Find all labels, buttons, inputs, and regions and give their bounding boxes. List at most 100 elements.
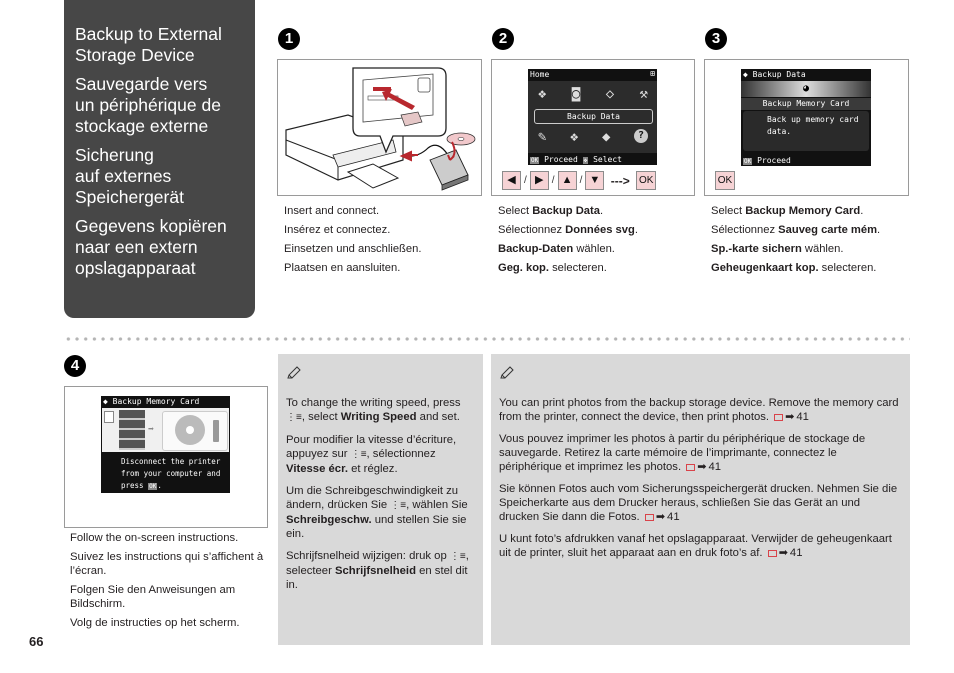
note-en: To change the writing speed, press ⋮≡, s…	[286, 397, 461, 423]
ok-key[interactable]: OK	[715, 171, 735, 190]
note-print-from-backup: You can print photos from the backup sto…	[491, 354, 910, 645]
note-de: Um die Schreibgeschwindigkeit zu ändern,…	[286, 485, 468, 540]
right-key[interactable]: ▶	[529, 171, 549, 190]
footer-proceed: Proceed	[757, 156, 791, 165]
backup-diagram: ➡	[102, 408, 229, 452]
step-3-number: 3	[705, 28, 727, 50]
setup-icon[interactable]: ⚒	[640, 86, 648, 102]
caption-fr: Suivez les instructions qui s’affichent …	[70, 551, 264, 577]
dotted-divider	[64, 337, 910, 341]
key-sequence: ◀ / ▶ / ▲ / ▼ ---> OK	[502, 171, 657, 190]
menu-button-icon: ⋮≡	[286, 412, 302, 423]
pencil-note-icon	[287, 366, 301, 379]
caption-en: Select Backup Data.	[498, 205, 604, 217]
menu-button-icon: ⋮≡	[390, 500, 407, 511]
caption-fr: Insérez et connectez.	[284, 224, 391, 236]
down-key[interactable]: ▼	[585, 171, 605, 190]
network-icon: ⊞	[650, 69, 655, 78]
print-photos-icon[interactable]: ❖	[538, 86, 546, 102]
scan-icon[interactable]: ◇	[606, 86, 614, 102]
ok-badge: OK	[148, 483, 158, 490]
book-ref-icon	[774, 414, 784, 421]
photos-thumbnails	[119, 410, 145, 450]
menu-button-icon: ⋮≡	[449, 551, 466, 562]
lcd-header: Backup Data	[752, 70, 806, 79]
pencil-note-icon	[500, 366, 514, 379]
printer-connect-illustration	[285, 67, 476, 191]
menu-item[interactable]: Backup Memory Card	[741, 98, 871, 110]
camera-icon[interactable]: ◙	[572, 86, 580, 102]
ok-badge: OK	[530, 157, 540, 164]
caption-nl: Volg de instructies op het scherm.	[70, 617, 240, 629]
menu-button-icon: ⋮≡	[350, 449, 367, 460]
step-1-number: 1	[278, 28, 300, 50]
step-2-captions: Select Backup Data. Sélectionnez Données…	[498, 202, 693, 278]
page-ref-link[interactable]: 41	[796, 411, 809, 423]
up-key[interactable]: ▲	[557, 171, 577, 190]
caption-de: Backup-Daten wählen.	[498, 243, 615, 255]
title-fr: Sauvegarde vers un périphérique de stock…	[75, 74, 221, 136]
caption-nl: Plaatsen en aansluiten.	[284, 262, 401, 274]
arrow-icon: ➡	[148, 424, 155, 435]
left-key[interactable]: ◀	[502, 171, 521, 190]
page-ref-link[interactable]: 41	[708, 461, 721, 473]
caption-en: Select Backup Memory Card.	[711, 205, 864, 217]
step-3-captions: Select Backup Memory Card. Sélectionnez …	[711, 202, 911, 278]
dpad-badge: ✥	[582, 157, 589, 164]
lcd-screen-backup: ◆ Backup Data ◕ Backup Memory Card Back …	[741, 69, 871, 166]
caption-nl: Geheugenkaart kop. selecteren.	[711, 262, 877, 274]
title-panel: Backup to External Storage Device Sauveg…	[64, 0, 255, 318]
title-de: Sicherung auf externes Speichergerät	[75, 145, 184, 207]
menu-description: Back up memory card data.	[767, 115, 859, 136]
backup-icon[interactable]: ◆	[602, 129, 610, 145]
lcd-screen-home: Home ⊞ ❖ ◙ ◇ ⚒ Backup Data ✎ ❖ ◆ ? OK Pr…	[528, 69, 657, 165]
photo-layout-icon[interactable]: ✎	[538, 129, 546, 145]
page-ref-link[interactable]: 41	[667, 511, 680, 523]
caption-de: Sp.-karte sichern wählen.	[711, 243, 844, 255]
arrow-ref-icon: ➡	[785, 411, 795, 423]
caption-fr: Sélectionnez Données svg.	[498, 224, 638, 236]
caption-de: Folgen Sie den Anweisungen am Bildschirm…	[70, 584, 236, 610]
step-3-illustration: ◆ Backup Data ◕ Backup Memory Card Back …	[704, 59, 909, 196]
note-writing-speed: To change the writing speed, press ⋮≡, s…	[278, 354, 483, 645]
step-1-illustration	[277, 59, 482, 196]
copy-icon[interactable]: ❖	[570, 129, 578, 145]
lcd-message: Disconnect the printer from your compute…	[121, 457, 221, 490]
book-ref-icon	[767, 550, 777, 557]
note-de: Sie können Fotos auch vom Sicherungsspei…	[499, 483, 898, 523]
caption-en: Insert and connect.	[284, 205, 380, 217]
note-fr: Pour modifier la vitesse d’écriture, app…	[286, 434, 457, 475]
disc-icon	[175, 415, 205, 445]
step-4-illustration: ◆ Backup Memory Card ➡ Disconnect the pr…	[64, 386, 268, 528]
book-ref-icon	[644, 514, 654, 521]
step-2-illustration: Home ⊞ ❖ ◙ ◇ ⚒ Backup Data ✎ ❖ ◆ ? OK Pr…	[491, 59, 695, 196]
note-nl: U kunt foto’s afdrukken vanaf het opslag…	[499, 533, 892, 559]
note-fr: Vous pouvez imprimer les photos à partir…	[499, 433, 866, 473]
page-ref-link[interactable]: 41	[790, 547, 803, 559]
memory-card-icon: ◕	[741, 81, 871, 97]
page-number: 66	[29, 634, 44, 649]
lcd-header: Home	[530, 70, 550, 79]
title-en: Backup to External Storage Device	[75, 24, 222, 65]
caption-fr: Sélectionnez Sauveg carte mém.	[711, 224, 881, 236]
memory-card-icon	[104, 411, 114, 423]
step-4-number: 4	[64, 355, 86, 377]
caption-en: Follow the on-screen instructions.	[70, 532, 239, 544]
footer-select: Select	[593, 155, 622, 164]
note-en: You can print photos from the backup sto…	[499, 397, 899, 423]
arrow-ref-icon: ➡	[778, 547, 788, 559]
backup-icon: ◆	[743, 70, 748, 79]
note-nl: Schrijfsnelheid wijzigen: druk op ⋮≡, se…	[286, 550, 469, 591]
ok-key[interactable]: OK	[636, 171, 657, 190]
book-ref-icon	[686, 464, 696, 471]
caption-de: Einsetzen und anschließen.	[284, 243, 422, 255]
title-nl: Gegevens kopiëren naar een extern opslag…	[75, 216, 227, 278]
lcd-screen-disconnect: ◆ Backup Memory Card ➡ Disconnect the pr…	[101, 396, 230, 493]
help-icon[interactable]: ?	[634, 129, 648, 143]
step-2-number: 2	[492, 28, 514, 50]
selected-menu-label: Backup Data	[534, 109, 653, 124]
arrow-ref-icon: ➡	[697, 461, 707, 473]
lcd-header: Backup Memory Card	[112, 397, 200, 406]
arrow-ref-icon: ➡	[655, 511, 666, 523]
step-4-captions: Follow the on-screen instructions. Suive…	[70, 531, 270, 635]
